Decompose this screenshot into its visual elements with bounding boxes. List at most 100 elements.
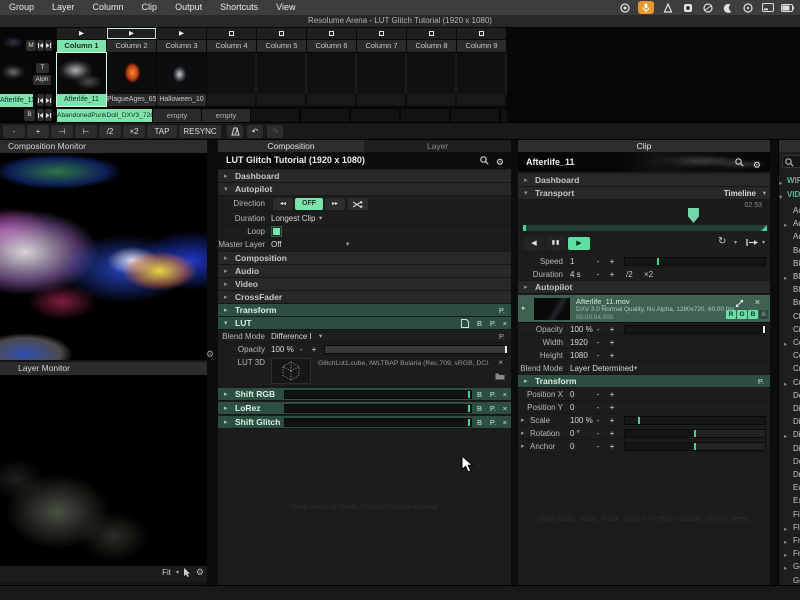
- menu-shortcuts[interactable]: Shortcuts: [211, 0, 267, 15]
- play-direction-caret-icon[interactable]: ▾: [762, 239, 765, 246]
- section-video[interactable]: ▸Video: [218, 278, 511, 291]
- anchor-value[interactable]: 0: [570, 440, 574, 453]
- layer1-next-clip-icon[interactable]: [45, 109, 52, 121]
- expand-arrow-icon[interactable]: ▸: [784, 538, 787, 546]
- effect-preset-button[interactable]: P.: [490, 417, 496, 428]
- column-trigger-icon[interactable]: ▶: [157, 28, 206, 39]
- menu-group[interactable]: Group: [0, 0, 43, 15]
- effect-list-item[interactable]: Ac: [793, 206, 800, 215]
- column-trigger-icon[interactable]: ▶: [57, 28, 106, 39]
- decrement-button[interactable]: -: [593, 336, 603, 349]
- clip-cell[interactable]: Halloween_10: [157, 53, 206, 106]
- scale-slider[interactable]: [624, 416, 766, 425]
- expand-arrow-icon[interactable]: ▸: [784, 525, 787, 533]
- layer-next-clip-icon[interactable]: [45, 94, 52, 106]
- column-trigger-icon[interactable]: [357, 28, 406, 39]
- effect-list-item[interactable]: Cu: [793, 378, 800, 387]
- prev-column-icon[interactable]: [37, 40, 44, 51]
- blend-preset-button[interactable]: P.: [499, 331, 505, 342]
- channel-r-toggle[interactable]: R: [726, 310, 736, 319]
- column-header[interactable]: Column 8: [407, 40, 456, 52]
- expand-arrow-icon[interactable]: ▸: [521, 427, 525, 440]
- chevron-down-icon[interactable]: ▾: [346, 238, 349, 251]
- anchor-slider[interactable]: [624, 442, 766, 451]
- column-trigger-icon[interactable]: ▶: [107, 28, 156, 39]
- autopilot-off-button[interactable]: OFF: [295, 198, 323, 210]
- clip-thumbnail-halloween[interactable]: [157, 53, 206, 94]
- collapse-arrow-icon[interactable]: ▾: [779, 193, 782, 201]
- duration-value-dropdown[interactable]: Longest Clip: [271, 212, 315, 225]
- expand-arrow-icon[interactable]: ▸: [784, 340, 787, 348]
- lut-file-browse-folder-icon[interactable]: [495, 372, 505, 380]
- effect-remove-button[interactable]: ×: [503, 403, 507, 414]
- increment-button[interactable]: +: [607, 401, 617, 414]
- bpm-double-button[interactable]: ×2: [123, 125, 145, 138]
- speed-slider[interactable]: [624, 257, 766, 266]
- nudge-up-button[interactable]: ⊢: [75, 125, 97, 138]
- effect-list-item[interactable]: Fra: [793, 536, 800, 545]
- effect-list-item[interactable]: Ex: [793, 496, 800, 505]
- column-header[interactable]: Column 9: [457, 40, 506, 52]
- speed-value[interactable]: 1: [570, 255, 574, 268]
- section-dashboard[interactable]: ▸Dashboard: [518, 174, 770, 187]
- expand-arrow-icon[interactable]: ▸: [784, 551, 787, 559]
- undo-icon[interactable]: ↶: [247, 125, 263, 138]
- effect-bypass-button[interactable]: B: [477, 403, 482, 414]
- master-layer-dropdown[interactable]: Off: [271, 238, 282, 251]
- layer-monitor-header[interactable]: Layer Monitor: [0, 362, 207, 375]
- effect-list-item[interactable]: Ad: [793, 219, 800, 228]
- effect-opacity-slider[interactable]: [284, 390, 472, 399]
- master-button[interactable]: M: [26, 40, 36, 51]
- effect-list-item[interactable]: Gr: [793, 576, 800, 585]
- effect-list-item[interactable]: Ble: [793, 272, 800, 281]
- effect-list-item[interactable]: Co: [793, 338, 800, 347]
- column-header[interactable]: Column 1: [57, 40, 106, 52]
- menu-view[interactable]: View: [267, 0, 304, 15]
- bpm-half-button[interactable]: /2: [99, 125, 121, 138]
- expand-arrow-icon[interactable]: ▸: [779, 179, 782, 187]
- monitor-gear-icon[interactable]: ⚙: [206, 349, 214, 360]
- section-autopilot[interactable]: ▸Autopilot: [518, 281, 770, 294]
- expand-arrow-icon[interactable]: ▸: [784, 564, 787, 572]
- lut-file-clear-icon[interactable]: ×: [498, 358, 503, 367]
- lut-remove-button[interactable]: ×: [503, 318, 507, 329]
- empty-clip-label[interactable]: empty: [153, 109, 201, 122]
- section-dashboard[interactable]: ▸Dashboard: [218, 170, 511, 183]
- increment-button[interactable]: +: [309, 343, 319, 356]
- battery-icon[interactable]: [781, 2, 794, 14]
- category-wire[interactable]: WIRE: [787, 176, 800, 185]
- tab-composition[interactable]: Composition: [218, 140, 364, 152]
- expand-arrow-icon[interactable]: ▸: [784, 221, 787, 229]
- pointer-tool-icon[interactable]: [183, 568, 191, 578]
- decrement-button[interactable]: -: [593, 427, 603, 440]
- alpha-toggle-button[interactable]: Alph: [33, 75, 51, 85]
- effect-list-item[interactable]: Fli: [793, 523, 800, 532]
- column-trigger-icon[interactable]: [307, 28, 356, 39]
- effect-list-item[interactable]: Ed: [793, 483, 800, 492]
- next-column-icon[interactable]: [45, 40, 52, 51]
- channel-a-toggle[interactable]: A: [759, 310, 768, 319]
- effect-list-item[interactable]: Cir: [793, 325, 800, 334]
- blend-mode-dropdown[interactable]: Difference I: [271, 330, 312, 343]
- chevron-down-icon[interactable]: ▾: [319, 212, 322, 225]
- empty-clip-label[interactable]: empty: [202, 109, 250, 122]
- panel-divider[interactable]: [511, 140, 518, 585]
- decrement-button[interactable]: -: [593, 268, 603, 281]
- decrement-button[interactable]: -: [593, 349, 603, 362]
- increment-button[interactable]: +: [607, 414, 617, 427]
- effect-list-item[interactable]: Dis: [793, 444, 800, 453]
- panel-divider[interactable]: [770, 140, 778, 585]
- effect-list-item[interactable]: Cr: [793, 364, 800, 373]
- menu-output[interactable]: Output: [166, 0, 211, 15]
- pause-button[interactable]: ▮▮: [546, 237, 566, 250]
- opacity-value[interactable]: 100 %: [271, 343, 294, 356]
- loop-mode-icon[interactable]: ↻: [718, 236, 726, 247]
- column-trigger-icon[interactable]: [457, 28, 506, 39]
- section-composition[interactable]: ▸Composition: [218, 252, 511, 265]
- column-header[interactable]: Column 6: [307, 40, 356, 52]
- tab-layer[interactable]: Layer: [364, 140, 511, 152]
- loop-mode-caret-icon[interactable]: ▾: [734, 239, 737, 246]
- thumbnail-toggle-button[interactable]: T: [36, 63, 49, 73]
- empty-clip-slots[interactable]: [207, 53, 507, 94]
- effect-list-item[interactable]: Be: [793, 246, 800, 255]
